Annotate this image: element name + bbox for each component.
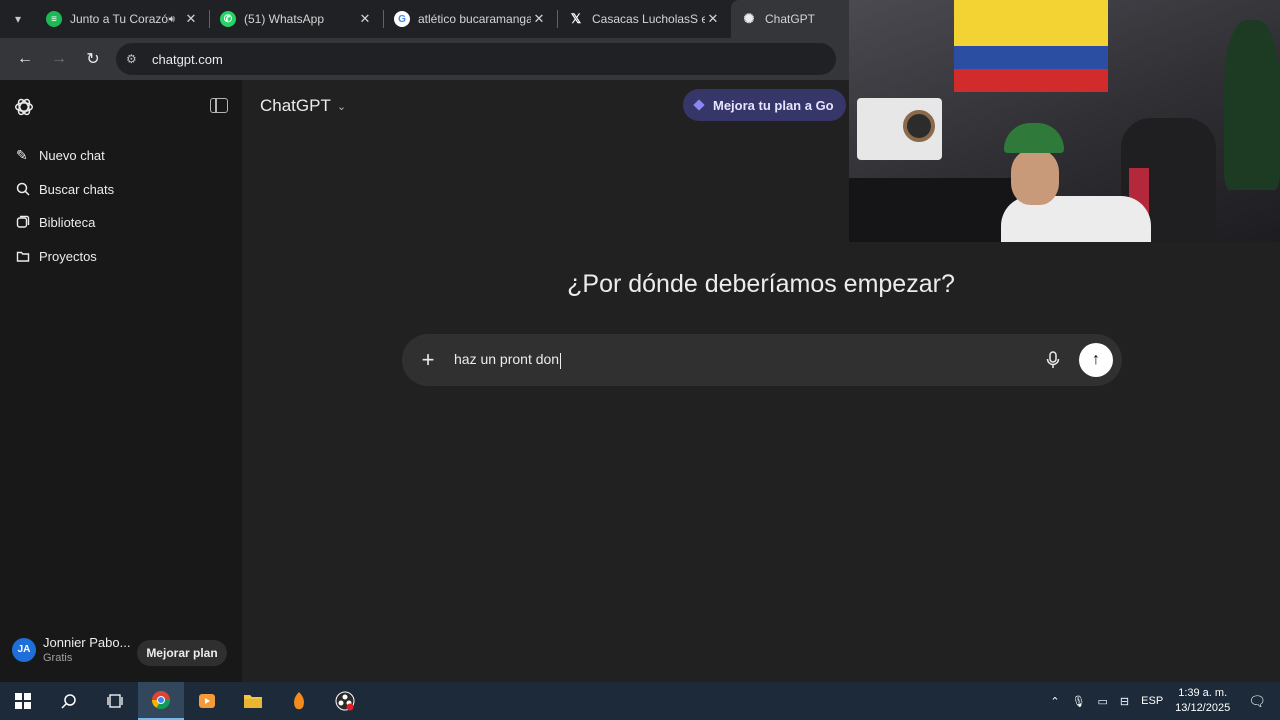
text-caret [560, 352, 562, 369]
file-explorer-icon[interactable] [230, 682, 276, 720]
openai-logo-icon[interactable] [13, 96, 35, 118]
prompt-input[interactable]: haz un pront don [454, 351, 1041, 369]
sidebar: ✎ Nuevo chat Buscar chats Biblioteca Pro… [0, 80, 242, 682]
studio-monitor-image [857, 98, 942, 160]
spotify-icon: ≡ [46, 11, 62, 27]
task-view-icon[interactable] [92, 682, 138, 720]
forward-button[interactable]: → [42, 42, 76, 76]
whatsapp-icon: ✆ [220, 11, 236, 27]
streamer-image [1001, 118, 1151, 242]
close-icon[interactable]: ✕ [183, 11, 199, 27]
tab-title: Junto a Tu Corazón [70, 12, 169, 26]
sidebar-item-new-chat[interactable]: ✎ Nuevo chat [8, 139, 234, 171]
send-button[interactable]: ↑ [1079, 343, 1113, 377]
plus-icon[interactable]: + [402, 347, 454, 373]
upgrade-go-button[interactable]: Mejora tu plan a Go [683, 89, 846, 121]
fl-studio-icon[interactable] [276, 682, 322, 720]
sidebar-toggle-icon[interactable] [210, 98, 228, 113]
tab-google[interactable]: G atlético bucaramanga ✕ [384, 0, 557, 38]
clock-time: 1:39 a. m. [1178, 687, 1228, 699]
desk-image [849, 178, 1019, 242]
obs-icon[interactable] [322, 682, 368, 720]
colombia-flag-image [954, 0, 1108, 92]
christmas-tree-image [1224, 20, 1280, 190]
sidebar-item-label: Nuevo chat [39, 147, 105, 163]
system-tray: ⌃ 🎙︎ ▭ ⊟ ESP 1:39 a. m. 13/12/2025 🗨︎ [1044, 682, 1280, 720]
url-text: chatgpt.com [152, 51, 223, 67]
chevron-down-icon: ⌄ [336, 100, 347, 113]
prompt-composer[interactable]: + haz un pront don ↑ [402, 334, 1122, 386]
search-icon [16, 182, 32, 196]
diamond-icon [693, 99, 705, 111]
search-icon[interactable] [46, 682, 92, 720]
sidebar-item-library[interactable]: Biblioteca [8, 206, 234, 238]
tab-search-button[interactable]: ▾ [0, 0, 36, 38]
windows-start-icon[interactable] [0, 682, 46, 720]
library-icon [16, 215, 32, 229]
clock[interactable]: 1:39 a. m. 13/12/2025 [1175, 686, 1230, 716]
language-indicator[interactable]: ESP [1141, 695, 1163, 707]
back-button[interactable]: ← [8, 42, 42, 76]
close-icon[interactable]: ✕ [705, 11, 721, 27]
sidebar-item-projects[interactable]: Proyectos [8, 240, 234, 272]
chrome-icon[interactable] [138, 682, 184, 720]
google-icon: G [394, 11, 410, 27]
arrow-left-icon: ← [17, 50, 33, 67]
chevron-up-icon[interactable]: ⌃ [1050, 695, 1059, 708]
arrow-up-icon: ↑ [1092, 351, 1100, 368]
edit-icon: ✎ [16, 146, 28, 163]
avatar: JA [12, 637, 36, 662]
media-player-icon[interactable] [184, 682, 230, 720]
upgrade-plan-button[interactable]: Mejorar plan [137, 640, 227, 666]
tab-title: (51) WhatsApp [244, 12, 325, 26]
notification-icon[interactable]: 🗨︎ [1248, 693, 1266, 710]
site-info-icon[interactable]: ⚙︎ [126, 52, 144, 66]
model-selector[interactable]: ChatGPT ⌄ [260, 96, 346, 116]
clock-date: 13/12/2025 [1175, 702, 1231, 714]
upgrade-go-label: Mejora tu plan a Go [713, 97, 834, 113]
arrow-right-icon: → [51, 50, 67, 67]
tab-title: Casacas LucholasS en [592, 12, 705, 26]
battery-icon[interactable]: ▭ [1098, 695, 1108, 708]
microphone-icon[interactable] [1041, 348, 1065, 372]
sidebar-item-label: Proyectos [39, 248, 97, 264]
speaker-icon[interactable]: 🔊︎ [169, 14, 175, 25]
sidebar-item-label: Buscar chats [39, 181, 115, 197]
user-plan: Gratis [43, 652, 73, 664]
tab-spotify[interactable]: ≡ Junto a Tu Corazón 🔊︎ ✕ [36, 0, 209, 38]
x-icon: 𝕏 [570, 11, 582, 26]
windows-taskbar: ⌃ 🎙︎ ▭ ⊟ ESP 1:39 a. m. 13/12/2025 🗨︎ [0, 682, 1280, 720]
prompt-text: haz un pront don [454, 351, 560, 368]
sidebar-item-search[interactable]: Buscar chats [8, 173, 234, 205]
tab-title: atlético bucaramanga [418, 12, 531, 26]
address-bar[interactable]: ⚙︎ chatgpt.com [116, 43, 836, 75]
page-title: ¿Por dónde deberíamos empezar? [567, 270, 955, 298]
folder-icon [16, 249, 32, 263]
microphone-icon[interactable]: 🎙︎ [1072, 695, 1086, 708]
tab-whatsapp[interactable]: ✆ (51) WhatsApp ✕ [210, 0, 383, 38]
webcam-overlay [849, 0, 1280, 242]
reload-button[interactable]: ↻ [76, 42, 110, 76]
tab-x[interactable]: 𝕏 Casacas LucholasS en ✕ [558, 0, 731, 38]
user-menu[interactable]: JA Jonnier Pabo... Gratis [12, 635, 130, 664]
network-icon[interactable]: ⊟ [1120, 695, 1129, 708]
reload-icon: ↻ [86, 51, 100, 68]
chatgpt-icon: ✺ [743, 11, 755, 26]
chevron-down-icon: ▾ [14, 12, 22, 26]
sidebar-item-label: Biblioteca [39, 214, 96, 230]
close-icon[interactable]: ✕ [357, 11, 373, 27]
close-icon[interactable]: ✕ [531, 11, 547, 27]
model-name: ChatGPT [260, 96, 331, 115]
user-name: Jonnier Pabo... [43, 635, 131, 650]
